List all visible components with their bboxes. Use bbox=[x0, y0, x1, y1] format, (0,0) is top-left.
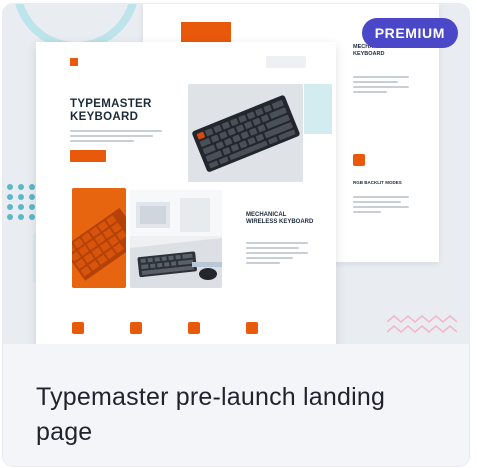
hero-cta-button bbox=[70, 150, 106, 162]
text-lines bbox=[246, 242, 308, 267]
feature-icon bbox=[246, 322, 258, 334]
card-caption[interactable]: Typemaster pre-launch landing page bbox=[3, 344, 469, 466]
preview-image[interactable]: MECHANICAL WIRELESS KEYBOARD RGB BACKLIT… bbox=[3, 4, 469, 344]
hero-title: TYPEMASTER KEYBOARD bbox=[70, 98, 152, 123]
feature-icon bbox=[72, 322, 84, 334]
decorative-zigzag bbox=[387, 315, 457, 333]
nav-button bbox=[266, 56, 306, 68]
preview-page-front: TYPEMASTER KEYBOARD MECHANICAL WIRELESS … bbox=[36, 42, 336, 344]
desk-photo bbox=[130, 190, 222, 288]
keyboard-photo bbox=[188, 84, 303, 182]
image-block bbox=[181, 22, 231, 42]
keyboard-closeup-photo bbox=[72, 188, 126, 288]
feature-row bbox=[72, 322, 312, 342]
text-lines bbox=[353, 76, 409, 96]
feature-icon bbox=[188, 322, 200, 334]
text-lines bbox=[353, 196, 409, 216]
feature-icon bbox=[353, 154, 365, 166]
logo-icon bbox=[70, 58, 78, 66]
card-title[interactable]: Typemaster pre-launch landing page bbox=[36, 380, 446, 449]
premium-badge: PREMIUM bbox=[361, 18, 458, 48]
template-card[interactable]: MECHANICAL WIRELESS KEYBOARD RGB BACKLIT… bbox=[3, 4, 469, 466]
decorative-dots bbox=[7, 184, 36, 220]
back-page-subtitle: RGB BACKLIT MODES bbox=[353, 180, 402, 185]
feature-icon bbox=[130, 322, 142, 334]
decorative-block bbox=[304, 84, 332, 134]
text-lines bbox=[70, 130, 162, 145]
feature-title: MECHANICAL WIRELESS KEYBOARD bbox=[246, 212, 314, 226]
